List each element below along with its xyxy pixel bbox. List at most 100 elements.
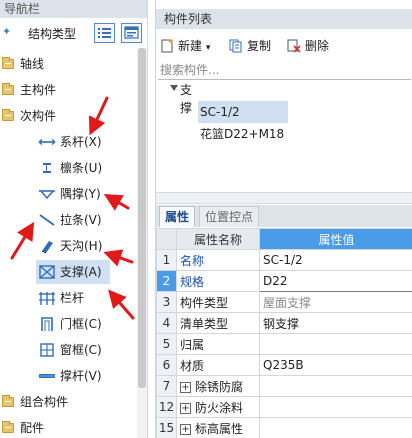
dropdown-arrow-icon: ▾: [205, 43, 211, 53]
component-item[interactable]: SC-1/2: [198, 101, 288, 123]
tab-position-control-points[interactable]: 位置控点: [199, 206, 260, 227]
tree-folder-label: 配件: [20, 421, 45, 435]
property-value-header: 属性值: [259, 228, 412, 250]
nav-item-door-frame[interactable]: 门框(C): [36, 312, 110, 336]
delete-button[interactable]: 删除: [287, 36, 337, 56]
property-value[interactable]: 屋面支撑: [259, 291, 412, 313]
property-value[interactable]: [259, 333, 412, 355]
row-number: 15: [156, 417, 177, 438]
row-number: 6: [156, 354, 177, 376]
property-group-name[interactable]: + 除锈防腐: [176, 375, 260, 397]
property-name: 归属: [176, 333, 260, 355]
window-frame-icon: [40, 343, 54, 357]
row-number: 2: [156, 270, 177, 292]
property-row[interactable]: 2 规格 D22: [156, 270, 412, 292]
scrollbar-thumb[interactable]: [138, 48, 146, 388]
new-button[interactable]: 新建 ▾: [160, 36, 220, 56]
property-value[interactable]: [259, 396, 412, 418]
property-value[interactable]: [259, 417, 412, 438]
nav-item-label: 隅撑(Y): [60, 187, 101, 201]
property-row[interactable]: 6 材质 Q235B: [156, 354, 412, 376]
copy-icon: [229, 39, 242, 53]
component-tree-root-label: 支撑: [180, 83, 193, 115]
nav-item-purlin[interactable]: 檩条(U): [36, 156, 110, 180]
delete-icon: [287, 39, 301, 53]
new-button-label: 新建: [178, 39, 203, 53]
nav-toolbar: ✦ 结构类型: [0, 19, 147, 47]
property-row[interactable]: 3 构件类型 屋面支撑: [156, 291, 412, 313]
component-search-input[interactable]: 搜索构件...: [158, 60, 411, 80]
property-value[interactable]: [259, 375, 412, 397]
property-name: 名称: [176, 249, 260, 271]
nav-scrollbar[interactable]: [137, 48, 147, 438]
tree-folder-label: 轴线: [20, 57, 45, 71]
bracing-icon: [39, 265, 55, 279]
property-grid-header: 属性名称 属性值: [156, 228, 412, 250]
nav-item-sag-rod[interactable]: 拉条(V): [36, 208, 110, 232]
delete-button-label: 删除: [305, 39, 330, 53]
nav-item-label: 门框(C): [60, 317, 102, 331]
new-file-icon: [161, 39, 173, 53]
property-group-name[interactable]: + 防火涂料: [176, 396, 260, 418]
structure-type-label: 结构类型: [28, 27, 77, 41]
property-group-name[interactable]: + 标高属性: [176, 417, 260, 438]
property-group-row[interactable]: 7 + 除锈防腐: [156, 375, 412, 397]
purlin-icon: [43, 163, 51, 173]
property-name: 材质: [176, 354, 260, 376]
property-group-row[interactable]: 15 + 标高属性: [156, 417, 412, 438]
property-tabs: 属性 位置控点: [156, 205, 412, 227]
folder-open-icon: [2, 109, 14, 121]
tab-properties[interactable]: 属性: [159, 206, 196, 227]
sag-rod-icon: [39, 214, 55, 226]
expand-plus-icon[interactable]: +: [180, 402, 191, 414]
detail-view-button[interactable]: [121, 23, 142, 43]
nav-item-label: 撑杆(V): [60, 369, 102, 383]
nav-item-gutter[interactable]: 天沟(H): [36, 234, 110, 258]
nav-item-label: 檩条(U): [60, 161, 103, 175]
property-name: 标高属性: [195, 421, 244, 436]
property-value-input[interactable]: D22: [259, 270, 412, 292]
detail-view-icon: [124, 26, 139, 39]
property-grid: 属性名称 属性值 1 名称 SC-1/2 2 规格 D22 3 构件类型 屋面支…: [156, 228, 412, 438]
expand-plus-icon[interactable]: +: [180, 381, 191, 393]
component-item[interactable]: 花篮D22+M18: [198, 123, 284, 145]
nav-item-tie-rod[interactable]: 系杆(X): [36, 130, 110, 154]
tie-rod-icon: [38, 139, 56, 145]
railing-icon: [39, 292, 55, 305]
nav-item-bracing[interactable]: 支撑(A): [36, 260, 110, 284]
nav-item-label: 栏杆: [60, 291, 85, 305]
property-value[interactable]: 钢支撑: [259, 312, 412, 334]
copy-button[interactable]: 复制: [229, 36, 279, 56]
property-name: 除锈防腐: [195, 379, 244, 394]
nav-item-knee-brace[interactable]: 隅撑(Y): [36, 182, 110, 206]
property-value[interactable]: SC-1/2: [259, 249, 412, 271]
component-list-title: 构件列表: [156, 9, 412, 29]
nav-item-label: 支撑(A): [60, 265, 102, 279]
list-view-button[interactable]: [94, 23, 115, 43]
nav-item-window-frame[interactable]: 窗框(C): [36, 338, 110, 362]
nav-item-strut[interactable]: 撑杆(V): [36, 364, 110, 388]
property-value[interactable]: Q235B: [259, 354, 412, 376]
property-row[interactable]: 5 归属: [156, 333, 412, 355]
property-name: 规格: [176, 270, 260, 292]
folder-icon: [2, 421, 14, 433]
tree-folder-label: 次构件: [20, 109, 57, 123]
nav-item-railing[interactable]: 栏杆: [36, 286, 110, 310]
row-number: 3: [156, 291, 177, 313]
row-number-header: [156, 228, 177, 250]
property-name: 防火涂料: [195, 400, 244, 415]
gutter-icon: [41, 241, 53, 254]
tree-folder-label: 组合构件: [20, 395, 69, 409]
property-row[interactable]: 4 清单类型 钢支撑: [156, 312, 412, 334]
sparkle-icon: ✦: [2, 25, 12, 38]
nav-item-label: 天沟(H): [60, 239, 103, 253]
row-number: 5: [156, 333, 177, 355]
pane-splitter[interactable]: [156, 192, 412, 204]
expand-plus-icon[interactable]: +: [180, 423, 191, 435]
strut-icon: [39, 374, 55, 378]
folder-icon: [2, 395, 14, 407]
expand-triangle-icon: [170, 85, 178, 91]
property-group-row[interactable]: 12 + 防火涂料: [156, 396, 412, 418]
property-row[interactable]: 1 名称 SC-1/2: [156, 249, 412, 271]
folder-icon: [2, 57, 14, 69]
